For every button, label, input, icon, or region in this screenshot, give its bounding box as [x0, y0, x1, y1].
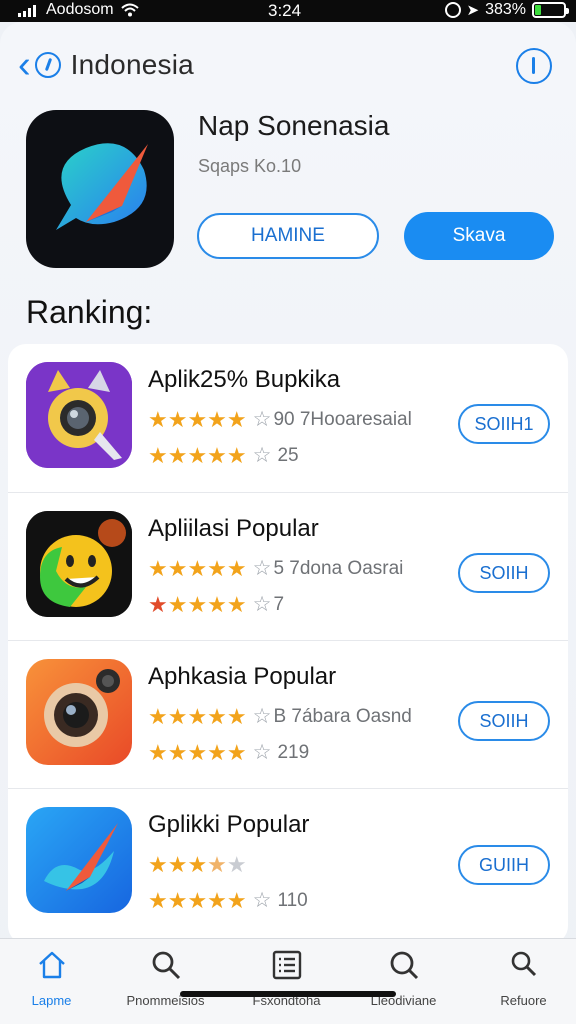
- rating-count: 25: [277, 445, 299, 466]
- tab-label: Refuore: [500, 993, 547, 1008]
- rating-count: 7: [273, 594, 285, 615]
- tab-home[interactable]: Lapme: [0, 947, 109, 1008]
- get-button[interactable]: SOIIH1: [458, 404, 550, 444]
- list-item[interactable]: Gplikki Popular ★★★★★ ★★★★★ ☆ 110 GUIIH: [8, 788, 568, 936]
- status-bar: Aodosom 3:24 ➤ 383%: [0, 0, 576, 22]
- star-rating: ★★★★★: [148, 852, 247, 877]
- rating-text: B 7ábara Oasnd: [273, 706, 412, 727]
- nav-title: Indonesia: [70, 49, 194, 80]
- info-button[interactable]: [516, 48, 552, 84]
- wifi-icon: [120, 3, 140, 17]
- battery-icon: [532, 2, 569, 18]
- battery-percent: 383%: [485, 1, 526, 18]
- tab-bar: Lapme Pnommeisios Fsxondtoha Lleodiviane…: [0, 938, 576, 1024]
- search-icon: [386, 947, 422, 983]
- carrier-label: Aodosom: [46, 1, 114, 18]
- star-outline-icon: ☆: [252, 705, 272, 728]
- star-rating: ★★★★★: [148, 407, 247, 432]
- chevron-left-icon: ‹: [18, 44, 31, 86]
- star-rating: ★★★★★: [148, 592, 247, 617]
- featured-app-title: Nap Sonenasia: [198, 110, 390, 141]
- app-name: Aphkasia Popular: [148, 663, 337, 690]
- rating-row: ★★★★★ ☆ 219: [148, 741, 309, 765]
- tab-refuore[interactable]: Refuore: [466, 947, 576, 1008]
- ranking-heading: Ranking:: [26, 294, 153, 330]
- tab-label: Lapme: [31, 993, 72, 1008]
- star-rating: ★★★★★: [148, 556, 247, 581]
- list-item[interactable]: Aplik25% Bupkika ★★★★★ ☆ 90 7Hooaresaial…: [8, 344, 568, 492]
- app-name: Apliilasi Popular: [148, 515, 319, 542]
- rating-count: 110: [277, 890, 308, 911]
- get-button[interactable]: GUIIH: [458, 845, 550, 885]
- star-rating: ★★★★★: [148, 443, 247, 468]
- home-icon: [34, 947, 70, 983]
- list-icon: [269, 947, 305, 983]
- star-outline-icon: ☆: [252, 444, 272, 467]
- star-outline-icon: ☆: [252, 557, 272, 580]
- get-button[interactable]: SOIIH: [458, 701, 550, 741]
- star-rating: ★★★★★: [148, 888, 247, 913]
- star-outline-icon: ☆: [252, 741, 272, 764]
- rating-text: 90 7Hooaresaial: [273, 409, 412, 430]
- clock: 3:24: [268, 1, 302, 20]
- list-item[interactable]: Aphkasia Popular ★★★★★ ☆ B 7ábara Oasnd …: [8, 640, 568, 788]
- get-button[interactable]: SOIIH: [458, 553, 550, 593]
- star-outline-icon: ☆: [252, 408, 272, 431]
- tab-promotions[interactable]: Pnommeisios: [108, 947, 223, 1008]
- rating-text: 5 7dona Oasrai: [273, 558, 404, 579]
- search-icon: [148, 947, 184, 983]
- back-button[interactable]: ‹ Indonesia: [18, 46, 194, 84]
- featured-primary-button[interactable]: Skava: [404, 212, 554, 260]
- featured-app-icon[interactable]: [26, 110, 174, 268]
- rating-row: ★★★★★ ☆ B 7ábara Oasnd: [148, 705, 412, 729]
- rating-row: ★★★★★ ☆ 5 7dona Oasrai: [148, 557, 403, 581]
- region-compass-icon: [34, 52, 61, 78]
- rating-row: ★★★★★ ☆ 110: [148, 889, 308, 913]
- camera-cat-icon: [26, 362, 132, 468]
- tab-list[interactable]: Fsxondtoha: [229, 947, 344, 1008]
- ranking-list: Aplik25% Bupkika ★★★★★ ☆ 90 7Hooaresaial…: [8, 344, 568, 944]
- featured-secondary-button[interactable]: HAMINE: [197, 213, 379, 259]
- star-rating: ★★★★★: [148, 704, 247, 729]
- battery-fill: [535, 5, 541, 15]
- list-item[interactable]: Apliilasi Popular ★★★★★ ☆ 5 7dona Oasrai…: [8, 492, 568, 640]
- star-outline-icon: ☆: [252, 593, 272, 616]
- location-arrow-icon: ➤: [466, 2, 480, 19]
- smiley-face-icon: [26, 511, 132, 617]
- rating-count: 219: [277, 742, 310, 763]
- navigation-bar: ‹ Indonesia: [0, 42, 576, 90]
- rating-row: ★★★★★ ☆ 90 7Hooaresaial: [148, 408, 412, 432]
- camera-lens-icon: [26, 659, 132, 765]
- compass-arrow-icon: [26, 807, 132, 913]
- app-screen: ‹ Indonesia Nap Sonenasia Sqaps Ko.10 HA…: [0, 22, 576, 1024]
- featured-app-subtitle: Sqaps Ko.10: [198, 156, 302, 176]
- star-outline-icon: ☆: [252, 889, 272, 912]
- rating-row: ★★★★★ ☆ 7: [148, 593, 284, 617]
- app-name: Gplikki Popular: [148, 811, 310, 838]
- search-icon: [506, 947, 542, 983]
- signal-icon: [18, 4, 40, 17]
- star-rating: ★★★★★: [148, 740, 247, 765]
- rating-row: ★★★★★: [148, 853, 249, 877]
- app-name: Aplik25% Bupkika: [148, 366, 341, 393]
- rating-row: ★★★★★ ☆ 25: [148, 444, 299, 468]
- tab-search[interactable]: Lleodiviane: [346, 947, 461, 1008]
- home-indicator[interactable]: [180, 991, 396, 997]
- lock-rotation-icon: [444, 2, 461, 18]
